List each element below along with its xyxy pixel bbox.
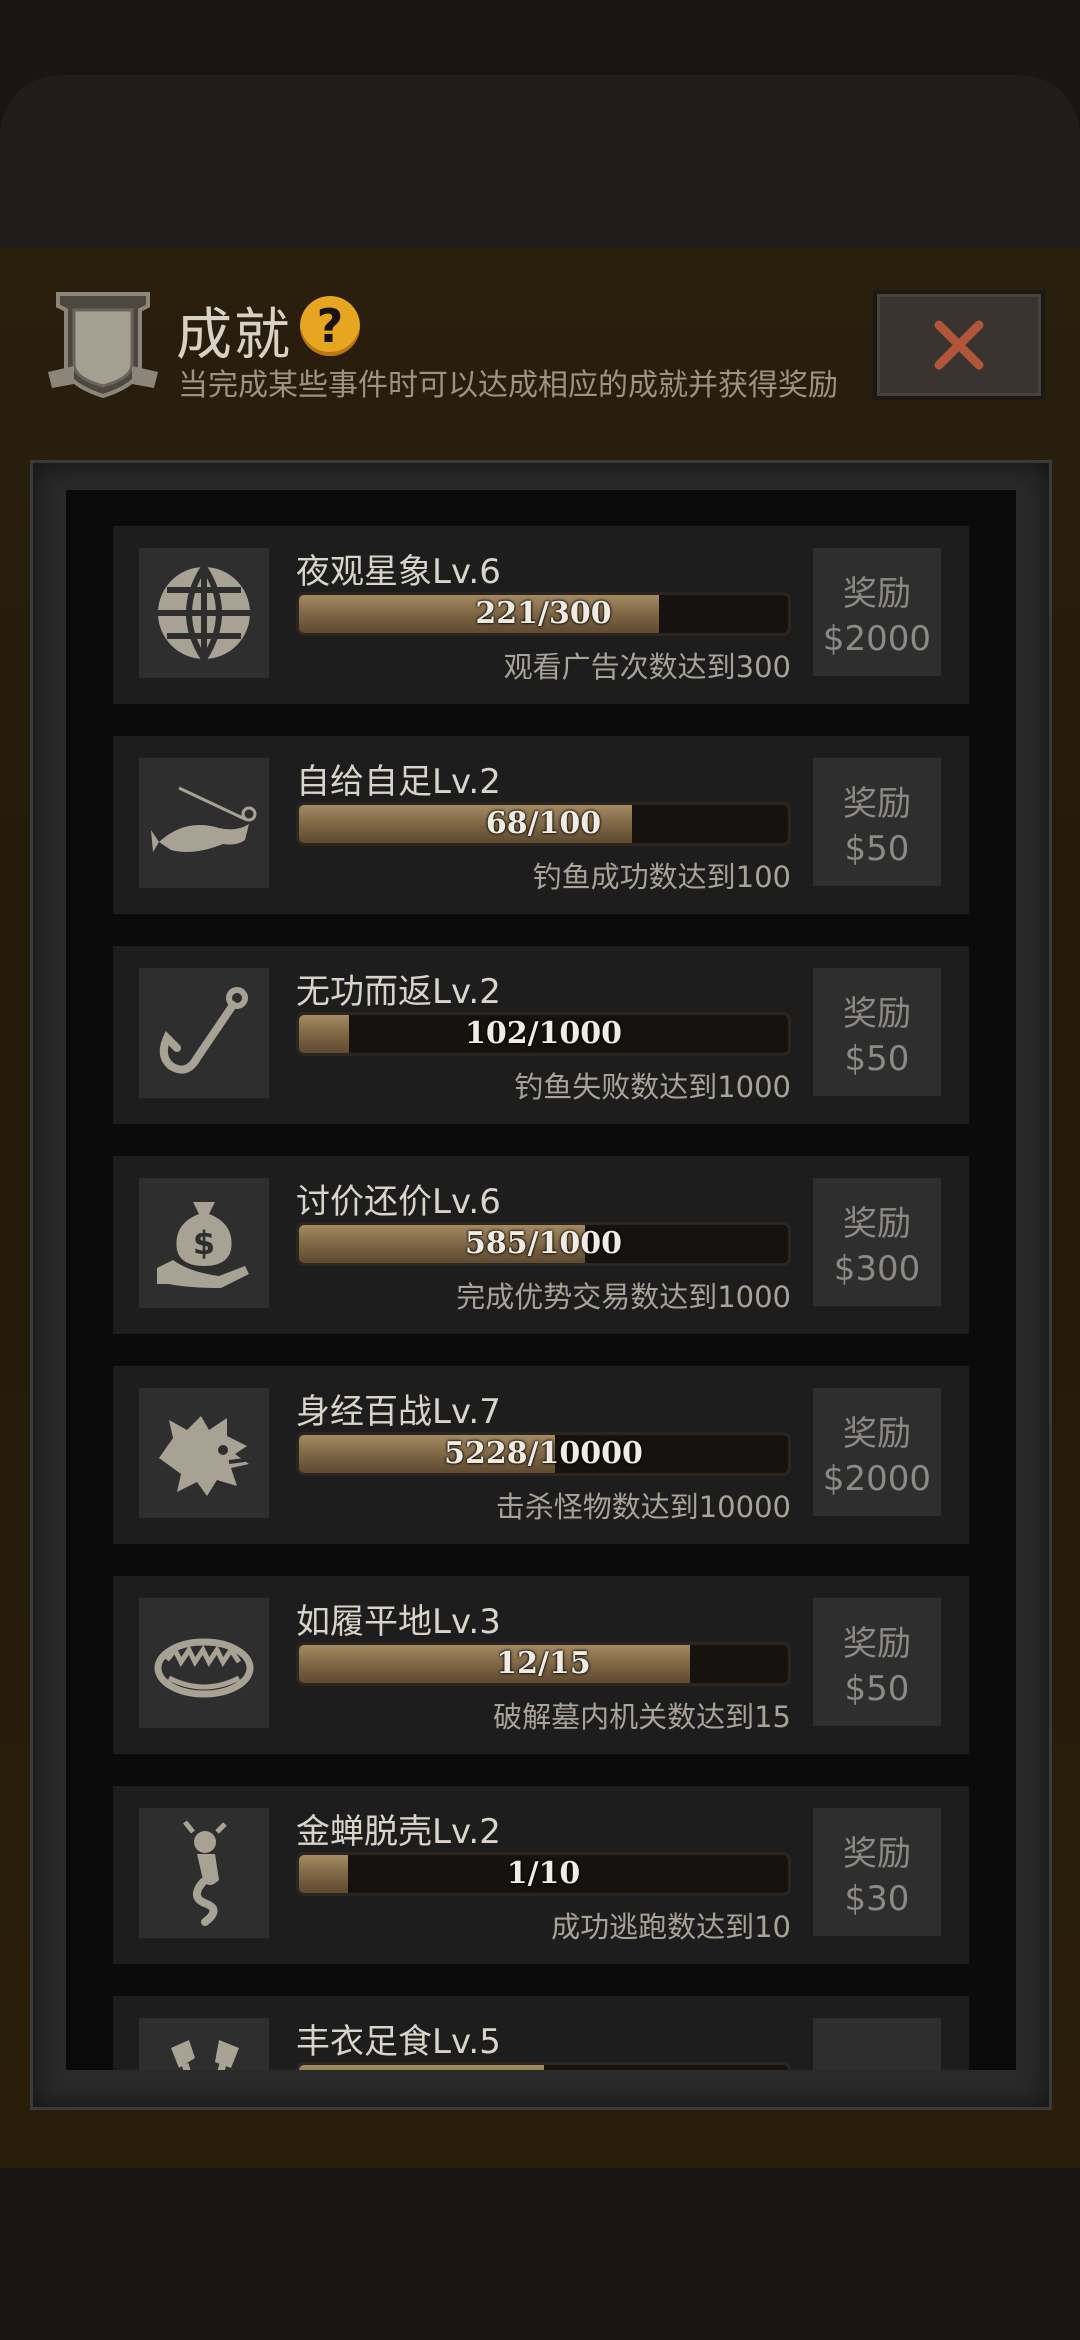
achievement-item: 夜观星象Lv.6 221/300 观看广告次数达到300 奖励 $2000 xyxy=(113,526,969,704)
achievement-list-viewport[interactable]: 夜观星象Lv.6 221/300 观看广告次数达到300 奖励 $2000 自给… xyxy=(66,490,1016,2070)
achievement-name: 夜观星象Lv.6 xyxy=(296,552,501,592)
cutlery-icon xyxy=(139,2018,269,2070)
reward-button[interactable]: 奖励 $30 xyxy=(813,1808,941,1936)
escaping-figure-icon xyxy=(139,1808,269,1938)
reward-label: 奖励 xyxy=(843,784,911,824)
achievement-item: 金蝉脱壳Lv.2 1/10 成功逃跑数达到10 奖励 $30 xyxy=(113,1786,969,1964)
reward-button[interactable]: 奖励 $50 xyxy=(813,1598,941,1726)
achievement-item: 身经百战Lv.7 5228/10000 击杀怪物数达到10000 奖励 $200… xyxy=(113,1366,969,1544)
achievement-name: 如履平地Lv.3 xyxy=(296,1602,501,1642)
reward-amount: $300 xyxy=(833,1249,921,1289)
progress-text: 68/100 xyxy=(485,806,602,841)
achievement-name: 丰衣足食Lv.5 xyxy=(296,2022,501,2062)
achievement-item: 自给自足Lv.2 68/100 钓鱼成功数达到100 奖励 $50 xyxy=(113,736,969,914)
achievement-description: 完成优势交易数达到1000 xyxy=(456,1280,791,1314)
achievement-description: 钓鱼失败数达到1000 xyxy=(514,1070,791,1104)
top-bar xyxy=(0,75,1080,250)
reward-amount: $50 xyxy=(844,1669,910,1709)
achievement-description: 成功逃跑数达到10 xyxy=(551,1910,791,1944)
progress-text: 221/300 xyxy=(475,596,612,631)
fishhook-icon xyxy=(139,968,269,1098)
progress-bar: 585/1000 xyxy=(296,1222,791,1266)
close-x-icon xyxy=(934,320,984,370)
achievement-description: 观看广告次数达到300 xyxy=(503,650,791,684)
reward-amount: $50 xyxy=(844,1039,910,1079)
reward-amount: $50 xyxy=(844,829,910,869)
progress-text: 5228/10000 xyxy=(444,1436,643,1471)
globe-icon xyxy=(139,548,269,678)
reward-label: 奖励 xyxy=(843,1414,911,1454)
help-question-icon[interactable]: ? xyxy=(300,296,360,356)
reward-button[interactable]: 奖励 $2000 xyxy=(813,548,941,676)
progress-text: 12/15 xyxy=(496,1646,591,1681)
close-button[interactable] xyxy=(873,290,1045,400)
achievement-item: 无功而返Lv.2 102/1000 钓鱼失败数达到1000 奖励 $50 xyxy=(113,946,969,1124)
wolf-head-icon xyxy=(139,1388,269,1518)
achievement-name: 讨价还价Lv.6 xyxy=(296,1182,501,1222)
achievement-item: 如履平地Lv.3 12/15 破解墓内机关数达到15 奖励 $50 xyxy=(113,1576,969,1754)
achievement-description: 钓鱼成功数达到100 xyxy=(532,860,791,894)
reward-amount: $2000 xyxy=(822,1459,932,1499)
achievement-item: $ 讨价还价Lv.6 585/1000 完成优势交易数达到1000 奖励 $30… xyxy=(113,1156,969,1334)
achievement-shield-icon xyxy=(44,286,162,404)
reward-label: 奖励 xyxy=(843,1624,911,1664)
reward-label: 奖励 xyxy=(843,994,911,1034)
progress-text: 1/10 xyxy=(506,1856,581,1891)
progress-bar: 102/1000 xyxy=(296,1012,791,1056)
page-subtitle: 当完成某些事件时可以达成相应的成就并获得奖励 xyxy=(178,368,838,403)
reward-button[interactable]: 奖励 $2000 xyxy=(813,1388,941,1516)
achievement-description: 破解墓内机关数达到15 xyxy=(493,1700,791,1734)
achievement-item: 丰衣足食Lv.5 xyxy=(113,1996,969,2070)
reward-label: 奖励 xyxy=(843,574,911,614)
achievement-name: 无功而返Lv.2 xyxy=(296,972,501,1012)
achievement-name: 身经百战Lv.7 xyxy=(296,1392,501,1432)
fish-icon xyxy=(139,758,269,888)
reward-label: 奖励 xyxy=(843,1204,911,1244)
progress-bar: 68/100 xyxy=(296,802,791,846)
reward-button[interactable]: 奖励 $300 xyxy=(813,1178,941,1306)
bottom-area xyxy=(0,2168,1080,2340)
reward-amount: $2000 xyxy=(822,619,932,659)
reward-label: 奖励 xyxy=(843,1834,911,1874)
progress-bar: 12/15 xyxy=(296,1642,791,1686)
progress-bar: 5228/10000 xyxy=(296,1432,791,1476)
achievement-description: 击杀怪物数达到10000 xyxy=(495,1490,791,1524)
bear-trap-icon xyxy=(139,1598,269,1728)
progress-text xyxy=(299,2065,788,2070)
money-bag-hand-icon: $ xyxy=(139,1178,269,1308)
reward-amount: $30 xyxy=(844,1879,910,1919)
progress-text: 585/1000 xyxy=(464,1226,623,1261)
svg-text:$: $ xyxy=(193,1224,215,1262)
progress-bar: 221/300 xyxy=(296,592,791,636)
progress-bar: 1/10 xyxy=(296,1852,791,1896)
reward-button[interactable]: 奖励 $50 xyxy=(813,758,941,886)
reward-button[interactable]: 奖励 $50 xyxy=(813,968,941,1096)
achievement-name: 金蝉脱壳Lv.2 xyxy=(296,1812,501,1852)
progress-bar xyxy=(296,2062,791,2070)
reward-button[interactable] xyxy=(813,2018,941,2070)
progress-text: 102/1000 xyxy=(464,1016,623,1051)
page-title: 成就 xyxy=(176,303,292,368)
achievement-name: 自给自足Lv.2 xyxy=(296,762,501,802)
